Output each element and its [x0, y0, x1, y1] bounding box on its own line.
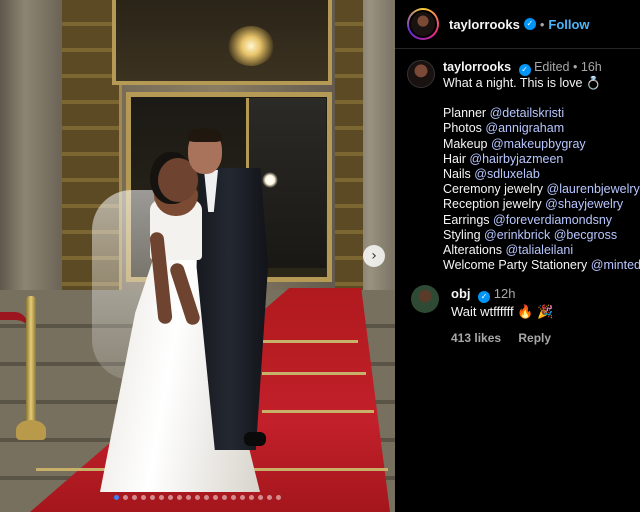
carousel-dot	[132, 495, 137, 500]
carousel-next-button[interactable]: ›	[363, 245, 385, 267]
credit-label: Reception jewelry	[443, 197, 542, 212]
credit-line: Earrings @foreverdiamondsny	[443, 213, 640, 228]
camera-flash-reflection	[262, 172, 278, 188]
carousel-dot	[276, 495, 281, 500]
avatar[interactable]	[409, 10, 437, 38]
carousel-dot	[258, 495, 263, 500]
credit-line: Welcome Party Stationery @minted	[443, 258, 640, 273]
carousel-dot	[195, 495, 200, 500]
comment-likes[interactable]: 413 likes	[451, 331, 501, 345]
mention-link[interactable]: @foreverdiamondsny	[493, 213, 612, 227]
carousel-dots	[0, 495, 395, 500]
stair-rod	[262, 372, 366, 375]
caption-username[interactable]: taylorrooks	[443, 60, 511, 74]
verified-badge-icon: ✓	[518, 64, 531, 76]
caption-timestamp[interactable]: 16h	[581, 60, 602, 74]
credit-label: Ceremony jewelry	[443, 182, 544, 197]
stanchion-post	[26, 296, 36, 436]
credit-label: Photos	[443, 121, 482, 136]
credit-line: Hair @hairbyjazmeen	[443, 152, 640, 167]
separator: •	[573, 60, 578, 74]
mention-link[interactable]: @makeupbygray	[491, 137, 586, 151]
carousel-dot	[150, 495, 155, 500]
credit-line: Ceremony jewelry @laurenbjewelry	[443, 182, 640, 197]
credit-label: Welcome Party Stationery	[443, 258, 588, 273]
credit-label: Earrings	[443, 212, 490, 227]
follow-button[interactable]: Follow	[548, 17, 589, 32]
story-ring[interactable]	[407, 8, 439, 40]
post-photo[interactable]: ›	[0, 0, 395, 512]
mention-link[interactable]: @talialeilani	[506, 243, 574, 257]
comment-avatar[interactable]	[411, 285, 439, 314]
transom-window	[112, 0, 332, 85]
mention-link[interactable]: @shayjewelry	[545, 197, 623, 211]
reply-button[interactable]: Reply	[518, 331, 551, 345]
edited-label: Edited	[534, 60, 570, 74]
separator: •	[539, 16, 545, 32]
carousel-dot	[159, 495, 164, 500]
credit-label: Alterations	[443, 243, 503, 258]
stanchion-base	[16, 420, 46, 440]
credit-line: Reception jewelry @shayjewelry	[443, 197, 640, 212]
credit-label: Planner	[443, 106, 487, 121]
brass-door-right	[335, 0, 363, 320]
mention-link[interactable]: @becgross	[554, 228, 617, 242]
carousel-dot	[141, 495, 146, 500]
credit-label: Nails	[443, 167, 471, 182]
credit-line: Nails @sdluxelab	[443, 167, 640, 182]
caption-headline: What a night. This is love 💍	[443, 76, 602, 90]
credits-list: Planner @detailskristi Photos @annigraham…	[443, 106, 640, 273]
comment: obj ✓ 12h Wait wtffffff 🔥 🎉 413 likes Re…	[395, 273, 640, 347]
carousel-dot	[240, 495, 245, 500]
mention-link[interactable]: @minted	[591, 258, 640, 272]
credit-label: Hair	[443, 151, 466, 166]
stair-rod	[262, 410, 374, 413]
stair-rod	[262, 340, 358, 343]
mention-link[interactable]: @sdluxelab	[474, 167, 540, 181]
mention-link[interactable]: @hairbyjazmeen	[469, 152, 563, 166]
post-header: taylorrooks ✓ • Follow	[395, 0, 640, 49]
carousel-dot	[231, 495, 236, 500]
credit-line: Photos @annigraham	[443, 121, 640, 136]
carousel-dot	[123, 495, 128, 500]
credit-label: Makeup	[443, 136, 488, 151]
carousel-dot	[249, 495, 254, 500]
carousel-dot	[267, 495, 272, 500]
carousel-dot	[213, 495, 218, 500]
verified-badge-icon: ✓	[523, 18, 536, 30]
mention-link[interactable]: @erinkbrick	[484, 228, 550, 242]
carousel-dot	[186, 495, 191, 500]
post-side-panel: taylorrooks ✓ • Follow taylorrooks ✓ Edi…	[395, 0, 640, 512]
caption-body: taylorrooks ✓ Edited • 16h What a night.…	[443, 60, 640, 273]
mention-link[interactable]: @annigraham	[485, 121, 564, 135]
groom-shoes	[244, 432, 266, 446]
comment-text: Wait wtffffff 🔥 🎉	[451, 304, 554, 320]
credit-line: Alterations @talialeilani	[443, 243, 640, 258]
verified-badge-icon: ✓	[478, 291, 491, 304]
carousel-dot	[222, 495, 227, 500]
credit-label: Styling	[443, 227, 481, 242]
credit-line: Planner @detailskristi	[443, 106, 640, 121]
mention-link[interactable]: @detailskristi	[490, 106, 565, 120]
comment-body: obj ✓ 12h Wait wtffffff 🔥 🎉 413 likes Re…	[451, 285, 565, 347]
header-username[interactable]: taylorrooks	[449, 17, 520, 32]
chandelier	[228, 26, 274, 66]
caption-avatar[interactable]	[407, 60, 435, 88]
carousel-dot	[177, 495, 182, 500]
mention-link[interactable]: @laurenbjewelry	[547, 182, 640, 196]
carousel-dot	[114, 495, 119, 500]
carousel-dot	[168, 495, 173, 500]
comment-timestamp[interactable]: 12h	[494, 286, 516, 301]
credit-line: Makeup @makeupbygray	[443, 137, 640, 152]
comment-username[interactable]: obj	[451, 286, 471, 301]
post-caption: taylorrooks ✓ Edited • 16h What a night.…	[395, 49, 640, 273]
credit-line: Styling @erinkbrick @becgross	[443, 228, 640, 243]
carousel-dot	[204, 495, 209, 500]
groom-hair	[188, 128, 222, 142]
